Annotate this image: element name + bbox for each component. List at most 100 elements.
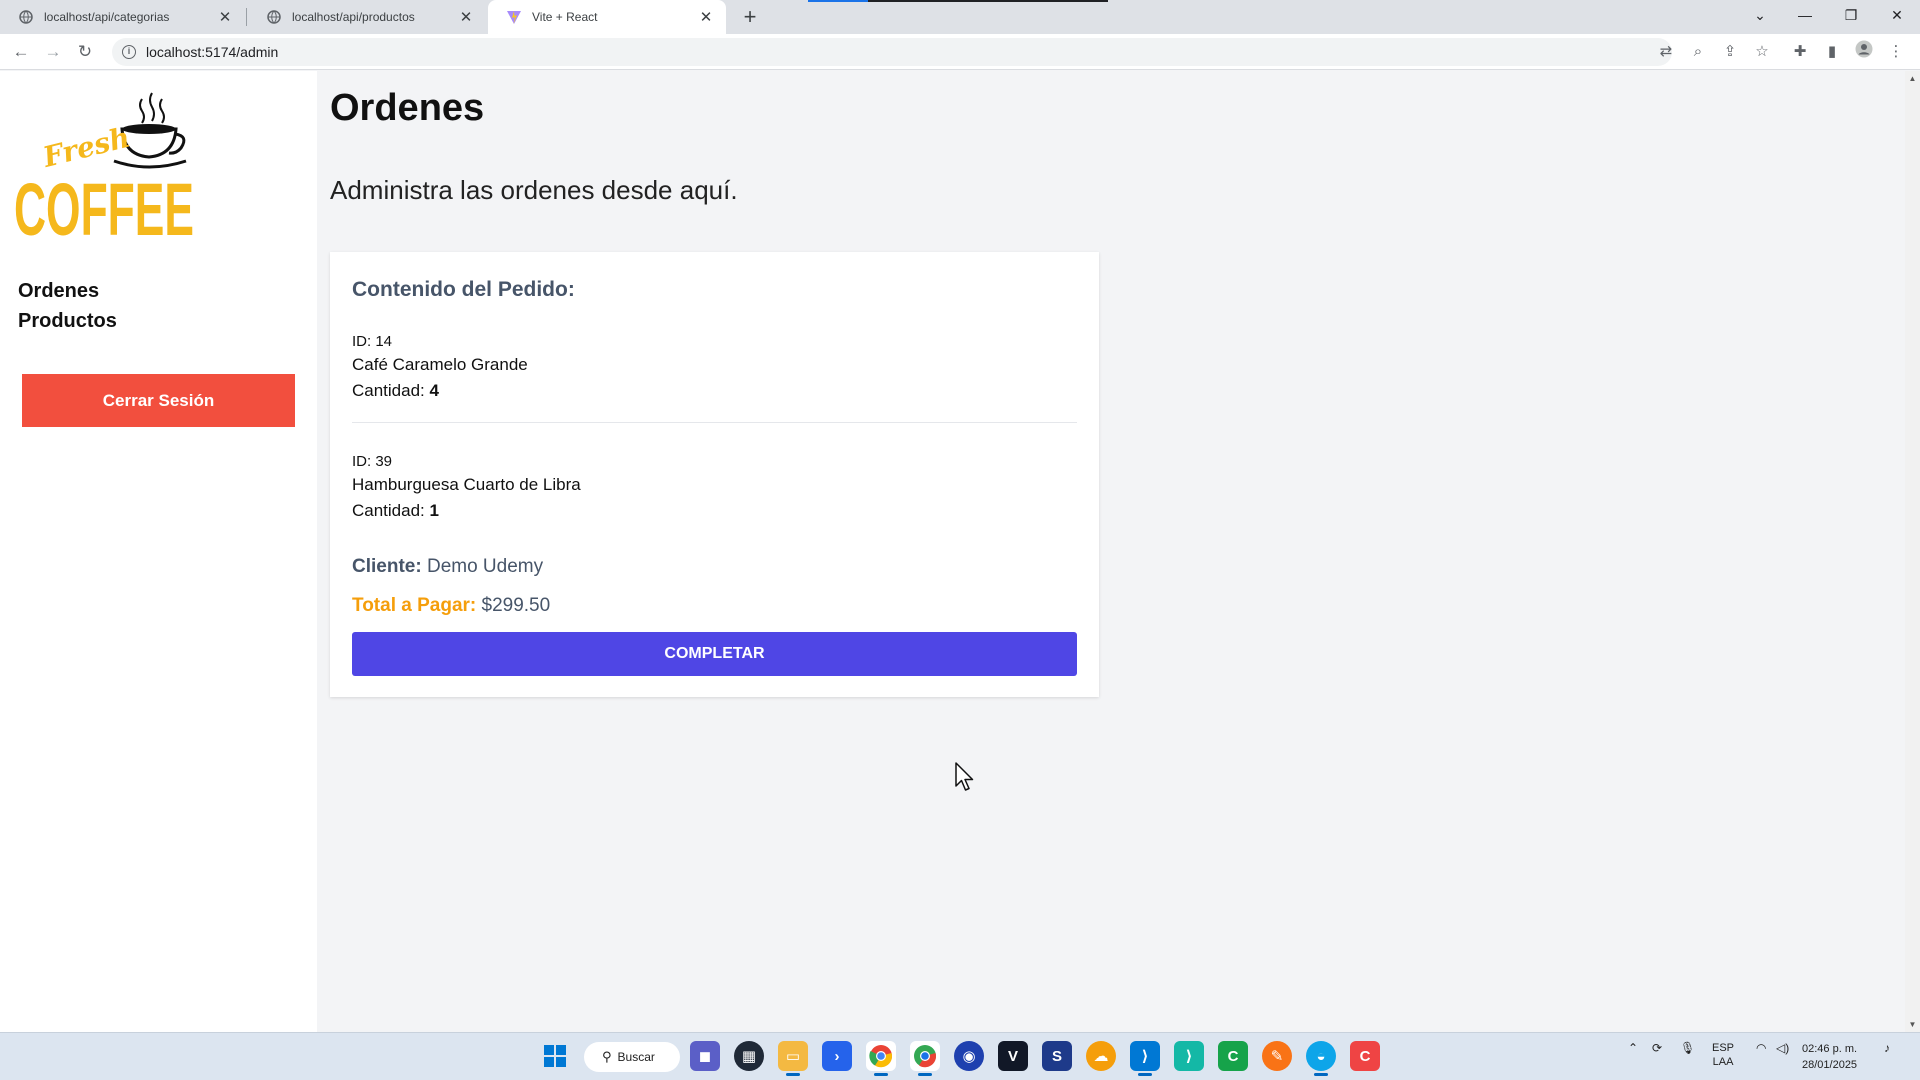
terminal-icon[interactable]: ▦	[734, 1041, 764, 1071]
taskbar-search-label: Buscar	[617, 1050, 655, 1064]
page-scrollbar[interactable]: ▲ ▼	[1905, 71, 1920, 1032]
order-heading: Contenido del Pedido:	[352, 278, 575, 301]
tray-chevron-icon[interactable]: ⌃	[1628, 1041, 1638, 1055]
total-value: $299.50	[481, 595, 551, 616]
page-content: Fresh COFFEE Ordenes Productos Cerrar Se…	[0, 71, 1905, 1032]
bookmark-star-icon[interactable]: ☆	[1750, 40, 1774, 64]
globe-icon	[18, 9, 34, 25]
close-tab-icon[interactable]: ✕	[215, 8, 235, 26]
powershell-icon[interactable]: ›	[822, 1041, 852, 1071]
browser-tab-categorias[interactable]: localhost/api/categorias ✕	[0, 0, 245, 34]
forward-button[interactable]: →	[40, 39, 66, 65]
quantity-label: Cantidad:	[352, 381, 425, 400]
tab-title: localhost/api/categorias	[44, 10, 170, 24]
address-bar[interactable]: i localhost:5174/admin	[112, 38, 1672, 66]
language-code: ESP	[1712, 1042, 1735, 1054]
page-title: Ordenes	[330, 87, 485, 129]
order-total: Total a Pagar: $299.50	[352, 595, 550, 617]
reload-button[interactable]: ↻	[72, 39, 98, 65]
site-info-icon[interactable]: i	[122, 45, 136, 59]
nav-link-productos[interactable]: Productos	[18, 306, 117, 336]
tab-separator	[246, 8, 247, 26]
taskbar-search[interactable]: ⚲ Buscar	[584, 1042, 680, 1072]
search-icon: ⚲	[602, 1049, 612, 1064]
extensions-icon[interactable]: ✚	[1788, 40, 1812, 64]
address-url: localhost:5174/admin	[146, 44, 279, 60]
scroll-down-icon[interactable]: ▼	[1905, 1017, 1920, 1032]
notifications-bell-icon[interactable]: ♪	[1884, 1041, 1890, 1055]
order-item-quantity: Cantidad: 4	[352, 378, 1077, 404]
teams-chat-icon[interactable]: ◼	[690, 1041, 720, 1071]
client-label: Cliente:	[352, 556, 422, 577]
translate-icon[interactable]: ⇄	[1654, 40, 1678, 64]
tab-title: Vite + React	[532, 10, 598, 24]
docker-icon[interactable]: ◒	[1306, 1041, 1336, 1076]
volume-icon[interactable]: ◁)	[1776, 1041, 1789, 1055]
page-subtitle: Administra las ordenes desde aquí.	[330, 175, 738, 205]
quantity-value: 4	[429, 381, 439, 400]
file-explorer-icon[interactable]: ▭	[778, 1041, 808, 1076]
item-divider	[352, 422, 1077, 423]
close-window-button[interactable]: ✕	[1874, 0, 1920, 30]
browser-tab-vite-react[interactable]: Vite + React ✕	[488, 0, 726, 34]
keyboard-layout: LAA	[1712, 1056, 1734, 1068]
order-item-id: ID: 14	[352, 333, 393, 350]
scroll-up-icon[interactable]: ▲	[1905, 71, 1920, 86]
total-label: Total a Pagar:	[352, 595, 477, 616]
loading-bar	[808, 0, 1108, 2]
order-item-name: Hamburguesa Cuarto de Libra	[352, 475, 581, 494]
postman-icon[interactable]: ✎	[1262, 1041, 1292, 1071]
vscode-insiders-icon[interactable]: ⟩	[1174, 1041, 1204, 1071]
firefox-icon[interactable]: ◉	[954, 1041, 984, 1071]
browser-toolbar: ← → ↻ i localhost:5174/admin ⇄ ⌕ ⇪ ☆ ✚ ▮…	[0, 34, 1920, 70]
system-clock[interactable]: 02:46 p. m. 28/01/2025	[1802, 1041, 1857, 1073]
share-icon[interactable]: ⇪	[1718, 40, 1742, 64]
microphone-icon[interactable]: 🎙	[1680, 1041, 1695, 1055]
minimize-button[interactable]: —	[1782, 0, 1828, 30]
profile-avatar-icon[interactable]	[1852, 40, 1876, 64]
client-name: Demo Udemy	[426, 556, 544, 577]
quantity-value: 1	[429, 501, 439, 520]
app-icon[interactable]: V	[998, 1041, 1028, 1071]
admin-nav: Ordenes Productos	[18, 276, 117, 336]
order-item: ID: 14 Café Caramelo Grande Cantidad: 4	[352, 332, 1077, 404]
zoom-icon[interactable]: ⌕	[1686, 40, 1710, 64]
restore-button[interactable]: ❐	[1828, 0, 1874, 30]
mouse-cursor-icon	[955, 762, 975, 792]
tab-search-icon[interactable]: ⌄	[1737, 0, 1783, 30]
order-item: ID: 39 Hamburguesa Cuarto de Libra Canti…	[352, 452, 1077, 524]
globe-icon	[266, 9, 282, 25]
tab-title: localhost/api/productos	[292, 10, 415, 24]
wifi-icon[interactable]: ◠	[1756, 1041, 1766, 1055]
order-client: Cliente: Demo Udemy	[352, 556, 543, 578]
language-indicator[interactable]: ESP LAA	[1712, 1041, 1734, 1069]
windows-taskbar: ⚲ Buscar ◼ ▦ ▭ › ◉ V S ☁ ⟩ ⟩ C ✎ ◒ C ⌃ ⟳…	[0, 1032, 1920, 1080]
windows-start-icon[interactable]	[540, 1041, 570, 1071]
sync-icon[interactable]: ⟳	[1652, 1041, 1662, 1055]
weather-icon[interactable]: ☁	[1086, 1041, 1116, 1071]
menu-kebab-icon[interactable]: ⋮	[1884, 40, 1908, 64]
nav-link-ordenes[interactable]: Ordenes	[18, 276, 117, 306]
fresh-coffee-logo: Fresh COFFEE	[14, 85, 199, 251]
quantity-label: Cantidad:	[352, 501, 425, 520]
browser-tab-productos[interactable]: localhost/api/productos ✕	[248, 0, 486, 34]
close-tab-icon[interactable]: ✕	[456, 8, 476, 26]
sidebar: Fresh COFFEE Ordenes Productos Cerrar Se…	[0, 71, 317, 1032]
side-panel-icon[interactable]: ▮	[1820, 40, 1844, 64]
close-tab-icon[interactable]: ✕	[696, 8, 716, 26]
chrome-dev-icon[interactable]	[910, 1041, 940, 1076]
back-button[interactable]: ←	[8, 39, 34, 65]
git-client-icon[interactable]: C	[1218, 1041, 1248, 1071]
svg-text:COFFEE: COFFEE	[14, 168, 194, 240]
vscode-icon[interactable]: ⟩	[1130, 1041, 1160, 1076]
code-editor-icon[interactable]: S	[1042, 1041, 1072, 1071]
order-item-id: ID: 39	[352, 453, 393, 470]
clock-time: 02:46 p. m.	[1802, 1043, 1858, 1055]
new-tab-button[interactable]: +	[737, 4, 763, 30]
app-c-icon[interactable]: C	[1350, 1041, 1380, 1071]
complete-order-button[interactable]: COMPLETAR	[352, 632, 1077, 676]
order-card: Contenido del Pedido: ID: 14 Café Carame…	[330, 252, 1099, 697]
logout-button[interactable]: Cerrar Sesión	[22, 374, 295, 427]
chrome-icon[interactable]	[866, 1041, 896, 1076]
browser-tabstrip: localhost/api/categorias ✕ localhost/api…	[0, 0, 1920, 34]
